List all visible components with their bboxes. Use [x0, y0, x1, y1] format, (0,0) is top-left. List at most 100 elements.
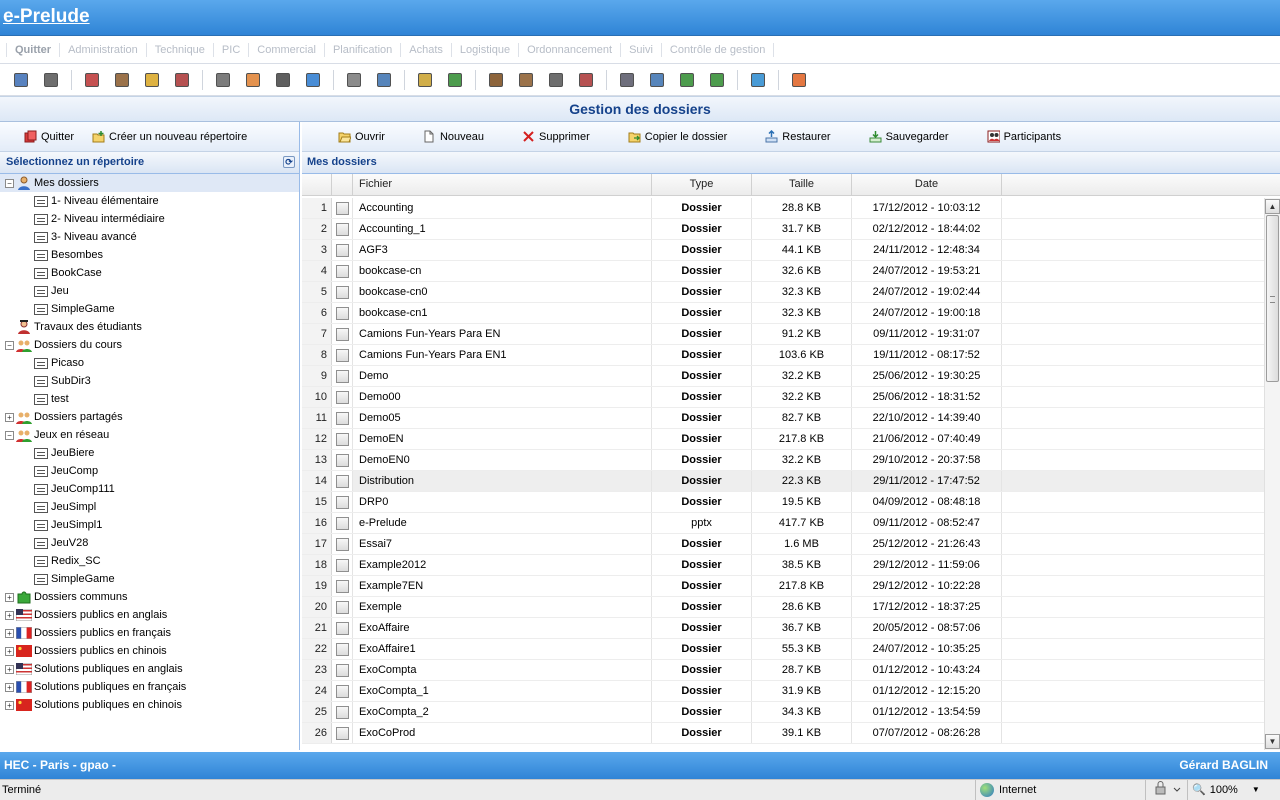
new-button[interactable]: Nouveau [423, 130, 484, 143]
settings-icon[interactable] [615, 68, 639, 92]
row-checkbox[interactable] [335, 474, 349, 488]
table-icon[interactable] [271, 68, 295, 92]
file-name-cell[interactable]: Accounting_1 [353, 219, 652, 239]
folder-icon[interactable] [140, 68, 164, 92]
gear-icon[interactable] [342, 68, 366, 92]
tree-item[interactable]: Besombes [0, 246, 299, 264]
table-row[interactable]: 19 Example7EN Dossier 217.8 KB 29/12/2012 - … [302, 576, 1264, 597]
expand-icon[interactable]: + [5, 628, 14, 638]
row-checkbox[interactable] [335, 516, 349, 530]
table-row[interactable]: 13 DemoEN0 Dossier 32.2 KB 29/10/2012 - 20:3… [302, 450, 1264, 471]
tree-folder[interactable]: − Jeux en réseau [0, 426, 299, 444]
row-checkbox[interactable] [335, 390, 349, 404]
file-name-cell[interactable]: ExoCompta [353, 660, 652, 680]
gear2-icon[interactable] [372, 68, 396, 92]
tree-item[interactable]: JeuComp111 [0, 480, 299, 498]
collapse-icon[interactable]: − [5, 178, 14, 188]
tree-folder[interactable]: − Dossiers du cours [0, 336, 299, 354]
tree-item[interactable]: SubDir3 [0, 372, 299, 390]
clock-icon[interactable] [544, 68, 568, 92]
zoom-control[interactable]: 🔍 100% ▼ [1187, 780, 1280, 800]
row-checkbox[interactable] [335, 201, 349, 215]
column-header-date[interactable]: Date [852, 174, 1002, 195]
table-row[interactable]: 23 ExoCompta Dossier 28.7 KB 01/12/2012 - 10… [302, 660, 1264, 681]
tree-item[interactable]: Jeu [0, 282, 299, 300]
table-row[interactable]: 21 ExoAffaire Dossier 36.7 KB 20/05/2012 - 0… [302, 618, 1264, 639]
save-icon[interactable] [9, 68, 33, 92]
table-row[interactable]: 14 Distribution Dossier 22.3 KB 29/11/2012 -… [302, 471, 1264, 492]
copy-folder-button[interactable]: Copier le dossier [628, 130, 727, 143]
menu-item-logistique[interactable]: Logistique [452, 42, 520, 57]
file-name-cell[interactable]: Example7EN [353, 576, 652, 596]
transfer-icon[interactable] [443, 68, 467, 92]
table-row[interactable]: 10 Demo00 Dossier 32.2 KB 25/06/2012 - 18:31… [302, 387, 1264, 408]
up-arrow-icon[interactable] [787, 68, 811, 92]
table-row[interactable]: 5 bookcase-cn0 Dossier 32.3 KB 24/07/2012 - … [302, 282, 1264, 303]
table-row[interactable]: 6 bookcase-cn1 Dossier 32.3 KB 24/07/2012 - … [302, 303, 1264, 324]
chart-icon[interactable] [301, 68, 325, 92]
file-name-cell[interactable]: Example2012 [353, 555, 652, 575]
tree-folder[interactable]: + Dossiers communs [0, 588, 299, 606]
tree-item[interactable]: 1- Niveau élémentaire [0, 192, 299, 210]
table-row[interactable]: 9 Demo Dossier 32.2 KB 25/06/2012 - 19:30:25 [302, 366, 1264, 387]
file-name-cell[interactable]: Camions Fun-Years Para EN [353, 324, 652, 344]
row-checkbox[interactable] [335, 642, 349, 656]
table-row[interactable]: 17 Essai7 Dossier 1.6 MB 25/12/2012 - 21:26:… [302, 534, 1264, 555]
file-name-cell[interactable]: Demo00 [353, 387, 652, 407]
tree-item[interactable]: BookCase [0, 264, 299, 282]
menu-item-ordonnancement[interactable]: Ordonnancement [519, 42, 622, 57]
table-row[interactable]: 25 ExoCompta_2 Dossier 34.3 KB 01/12/2012 - … [302, 702, 1264, 723]
row-checkbox[interactable] [335, 453, 349, 467]
new-directory-button[interactable]: Créer un nouveau répertoire [92, 130, 247, 143]
table-row[interactable]: 11 Demo05 Dossier 82.7 KB 22/10/2012 - 14:39… [302, 408, 1264, 429]
vertical-scrollbar[interactable]: ▲ ▼ [1264, 198, 1280, 750]
file-name-cell[interactable]: Demo [353, 366, 652, 386]
tree-item[interactable]: 3- Niveau avancé [0, 228, 299, 246]
row-checkbox[interactable] [335, 432, 349, 446]
row-checkbox[interactable] [335, 621, 349, 635]
tree-item[interactable]: JeuSimpl [0, 498, 299, 516]
table-row[interactable]: 22 ExoAffaire1 Dossier 55.3 KB 24/07/2012 - … [302, 639, 1264, 660]
row-checkbox[interactable] [335, 600, 349, 614]
home-icon[interactable] [645, 68, 669, 92]
row-checkbox[interactable] [335, 411, 349, 425]
file-name-cell[interactable]: bookcase-cn0 [353, 282, 652, 302]
book-icon[interactable] [110, 68, 134, 92]
tree-folder[interactable]: + Solutions publiques en anglais [0, 660, 299, 678]
protected-mode-icon[interactable] [1145, 780, 1187, 800]
users-icon[interactable] [675, 68, 699, 92]
file-name-cell[interactable]: bookcase-cn1 [353, 303, 652, 323]
row-checkbox[interactable] [335, 726, 349, 740]
file-name-cell[interactable]: DemoEN0 [353, 450, 652, 470]
file-name-cell[interactable]: e-Prelude [353, 513, 652, 533]
table-row[interactable]: 7 Camions Fun-Years Para EN Dossier 91.2 KB… [302, 324, 1264, 345]
tree-item[interactable]: Picaso [0, 354, 299, 372]
open-button[interactable]: Ouvrir [338, 130, 385, 143]
column-header-size[interactable]: Taille [752, 174, 852, 195]
tree-item[interactable]: JeuBiere [0, 444, 299, 462]
expand-icon[interactable]: + [5, 412, 14, 422]
menu-item-suivi[interactable]: Suivi [621, 42, 662, 57]
row-checkbox[interactable] [335, 264, 349, 278]
tree-folder[interactable]: + Solutions publiques en chinois [0, 696, 299, 714]
menu-item-contr-le-de-gestion[interactable]: Contrôle de gestion [662, 42, 775, 57]
collapse-icon[interactable]: − [5, 340, 14, 350]
tree-folder[interactable]: + Dossiers publics en chinois [0, 642, 299, 660]
table-row[interactable]: 24 ExoCompta_1 Dossier 31.9 KB 01/12/2012 - … [302, 681, 1264, 702]
column-header-file[interactable]: Fichier [353, 174, 652, 195]
tree-item[interactable]: Redix_SC [0, 552, 299, 570]
menu-item-technique[interactable]: Technique [147, 42, 214, 57]
expand-icon[interactable]: + [5, 610, 14, 620]
expand-icon[interactable]: + [5, 646, 14, 656]
file-name-cell[interactable]: ExoAffaire [353, 618, 652, 638]
help-icon[interactable] [746, 68, 770, 92]
table-row[interactable]: 26 ExoCoProd Dossier 39.1 KB 07/07/2012 - 08… [302, 723, 1264, 744]
print-icon[interactable] [39, 68, 63, 92]
file-name-cell[interactable]: Essai7 [353, 534, 652, 554]
table-row[interactable]: 8 Camions Fun-Years Para EN1 Dossier 103.6 … [302, 345, 1264, 366]
table-row[interactable]: 2 Accounting_1 Dossier 31.7 KB 02/12/2012 - … [302, 219, 1264, 240]
tree-item[interactable]: test [0, 390, 299, 408]
note-icon[interactable] [413, 68, 437, 92]
menu-item-commercial[interactable]: Commercial [249, 42, 325, 57]
file-name-cell[interactable]: Demo05 [353, 408, 652, 428]
